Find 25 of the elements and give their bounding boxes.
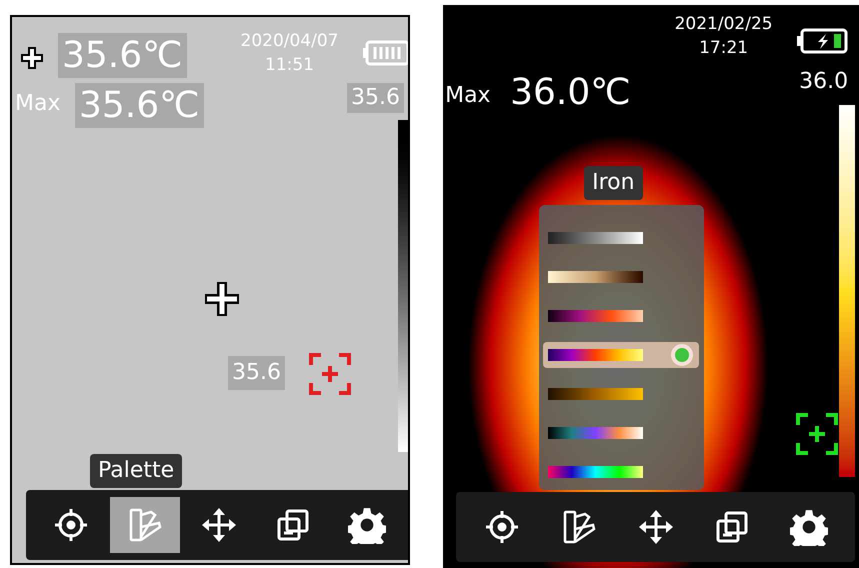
move-arrows-icon <box>201 507 237 543</box>
crosshair-icon <box>18 44 46 72</box>
date: 2020/04/07 <box>240 30 340 52</box>
center-crosshair-icon <box>202 279 242 319</box>
spot-temperature: 35.6 <box>228 356 285 390</box>
palette-option[interactable] <box>543 342 700 368</box>
move-arrows-icon <box>638 509 674 545</box>
crosshair-temperature: 35.6℃ <box>58 33 187 78</box>
max-temperature: 35.6℃ <box>75 83 204 128</box>
settings-icon <box>790 508 828 546</box>
time: 11:51 <box>264 54 315 76</box>
tooltip: Iron <box>584 166 643 200</box>
selected-radio-icon <box>671 344 694 366</box>
date: 2021/02/25 <box>674 13 774 35</box>
time: 17:21 <box>698 37 750 59</box>
settings-icon <box>348 506 386 544</box>
scale-max-value: 35.6 <box>347 83 404 113</box>
target-icon <box>484 509 520 545</box>
target-icon <box>53 507 89 543</box>
layers-icon <box>714 509 750 545</box>
layers-icon <box>275 507 311 543</box>
palette-icon <box>127 507 163 543</box>
tooltip: Palette <box>90 454 182 488</box>
max-label: Max <box>445 82 491 110</box>
max-label: Max <box>15 90 60 118</box>
